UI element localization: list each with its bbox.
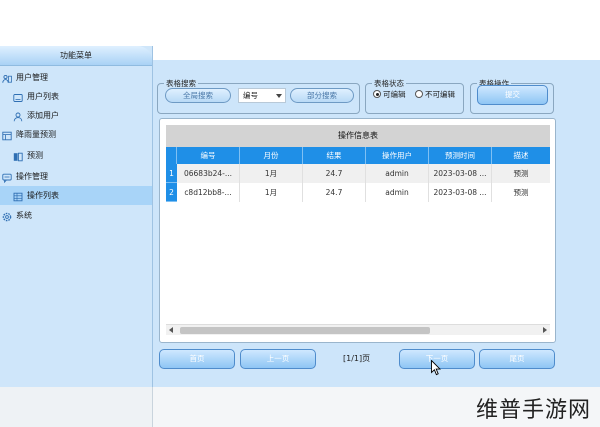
user-list-icon xyxy=(13,91,23,102)
column-header-time[interactable]: 预测时间 xyxy=(429,147,492,164)
cell-id: c8d12bb8-... xyxy=(177,183,240,202)
sidebar-item-user-list[interactable]: 用户列表 xyxy=(13,87,59,106)
sidebar-item-label: 降雨量预测 xyxy=(16,130,56,139)
editable-radio[interactable]: 可编辑 xyxy=(373,90,406,100)
mouse-cursor-icon xyxy=(431,360,441,376)
add-user-icon xyxy=(13,110,23,121)
sidebar-item-label: 用户管理 xyxy=(16,73,48,82)
sidebar-item-operation-management[interactable]: 操作管理 xyxy=(2,167,48,186)
readonly-label: 不可编辑 xyxy=(425,90,455,99)
table-row[interactable]: 1 06683b24-... 1月 24.7 admin 2023-03-08 … xyxy=(166,164,550,183)
scroll-left-icon[interactable] xyxy=(169,327,173,333)
cell-description: 预测 xyxy=(513,188,529,197)
main-panel: 表格搜索 全局搜索 编号 部分搜索 表格状态 可编辑 不可编辑 表格操作 提交 … xyxy=(153,60,600,387)
sidebar-item-label: 添加用户 xyxy=(27,111,59,120)
radio-selected-icon xyxy=(373,90,381,98)
operation-list-icon xyxy=(13,190,23,201)
operation-chat-icon xyxy=(2,171,12,183)
cell-result: 24.7 xyxy=(303,183,366,202)
cell-time: 2023-03-08 ... xyxy=(429,164,492,183)
cell-user: admin xyxy=(366,164,429,183)
sidebar-item-system[interactable]: 系统 xyxy=(2,206,32,225)
users-group-icon xyxy=(2,72,12,83)
scroll-right-icon[interactable] xyxy=(543,327,547,333)
readonly-radio[interactable]: 不可编辑 xyxy=(415,90,455,100)
sidebar-title: 功能菜单 xyxy=(0,46,152,66)
sidebar: 功能菜单 用户管理 用户列表 添加用户 降雨量预测 预测 操作管理 操作列表 系… xyxy=(0,46,153,387)
table-panel: 操作信息表 编号 月份 结果 操作用户 预测时间 描述 1 06683b24-.… xyxy=(159,118,556,343)
sidebar-item-label: 预测 xyxy=(27,151,43,160)
last-page-button[interactable]: 尾页 xyxy=(479,349,555,369)
sidebar-item-user-management[interactable]: 用户管理 xyxy=(2,68,48,87)
sidebar-item-label: 系统 xyxy=(16,211,32,220)
cell-time: 2023-03-08 ... xyxy=(429,183,492,202)
column-header-user[interactable]: 操作用户 xyxy=(366,147,429,164)
partial-search-button[interactable]: 部分搜索 xyxy=(290,88,354,103)
row-number-header xyxy=(166,147,177,164)
column-header-result[interactable]: 结果 xyxy=(303,147,366,164)
sidebar-item-label: 操作列表 xyxy=(27,191,59,200)
editable-label: 可编辑 xyxy=(383,90,406,99)
sidebar-item-rain-forecast[interactable]: 降雨量预测 xyxy=(2,125,56,144)
page-indicator: [1/1]页 xyxy=(343,354,371,363)
column-header-id[interactable]: 编号 xyxy=(177,147,240,164)
chevron-down-icon xyxy=(276,94,282,98)
search-field-value: 编号 xyxy=(243,91,258,100)
sidebar-footer xyxy=(0,387,153,427)
cell-month: 1月 xyxy=(240,183,303,202)
cell-user: admin xyxy=(366,183,429,202)
cell-month: 1月 xyxy=(240,164,303,183)
column-header-month[interactable]: 月份 xyxy=(240,147,303,164)
sidebar-item-label: 用户列表 xyxy=(27,92,59,101)
column-header-description[interactable]: 描述 xyxy=(492,147,550,164)
sidebar-item-label: 操作管理 xyxy=(16,172,48,181)
horizontal-scrollbar[interactable] xyxy=(166,324,550,335)
first-page-button[interactable]: 首页 xyxy=(159,349,235,369)
submit-button[interactable]: 提交 xyxy=(477,85,548,105)
sidebar-item-add-user[interactable]: 添加用户 xyxy=(13,106,59,125)
global-search-button[interactable]: 全局搜索 xyxy=(165,88,231,103)
radio-unselected-icon xyxy=(415,90,423,98)
forecast-icon xyxy=(13,150,23,161)
gear-icon xyxy=(2,210,12,221)
cell-description: 预测 xyxy=(513,169,529,178)
row-number: 1 xyxy=(166,164,177,183)
sidebar-item-forecast[interactable]: 预测 xyxy=(13,146,43,165)
row-number: 2 xyxy=(166,183,177,202)
table-row[interactable]: 2 c8d12bb8-... 1月 24.7 admin 2023-03-08 … xyxy=(166,183,550,202)
table-state-legend: 表格状态 xyxy=(374,79,404,88)
sidebar-item-operation-list[interactable]: 操作列表 xyxy=(0,186,152,205)
cell-result: 24.7 xyxy=(303,164,366,183)
search-field-select[interactable]: 编号 xyxy=(238,88,286,103)
prev-page-button[interactable]: 上一页 xyxy=(240,349,316,369)
cell-id: 06683b24-... xyxy=(177,164,240,183)
rain-forecast-icon xyxy=(2,129,12,140)
data-grid: 编号 月份 结果 操作用户 预测时间 描述 1 06683b24-... 1月 … xyxy=(166,147,550,324)
watermark-text: 维普手游网 xyxy=(476,398,592,423)
table-title: 操作信息表 xyxy=(166,125,550,147)
scrollbar-thumb[interactable] xyxy=(180,327,430,334)
